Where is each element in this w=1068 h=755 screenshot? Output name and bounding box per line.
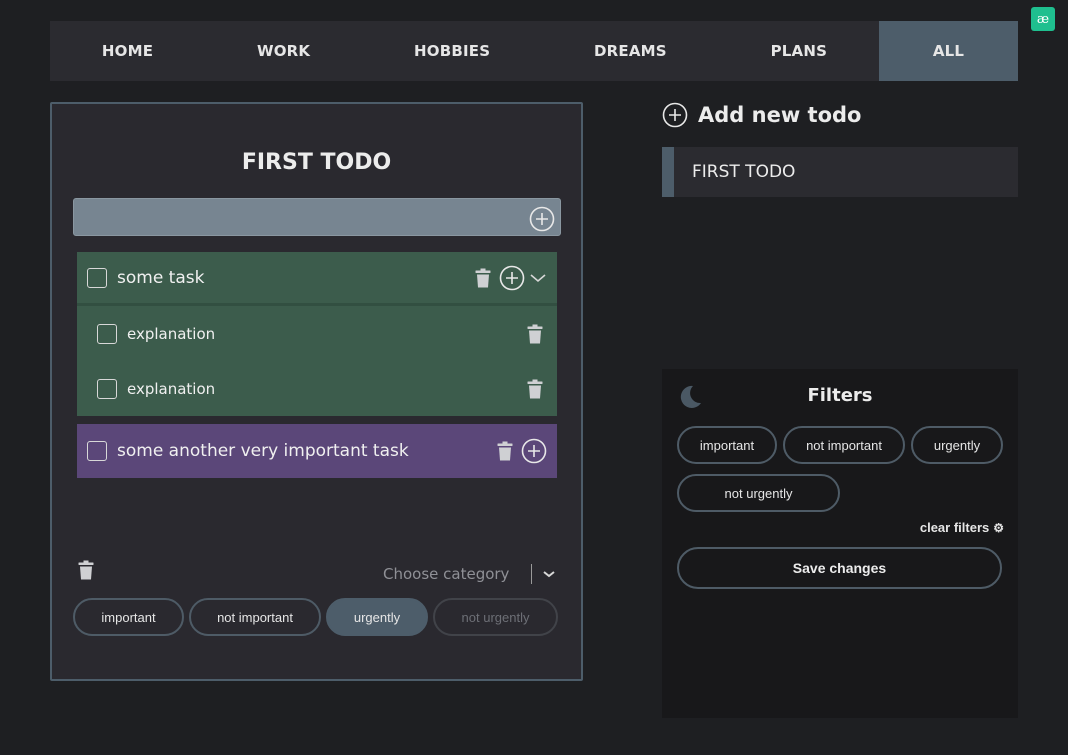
new-task-input[interactable] bbox=[74, 199, 560, 235]
add-task-icon[interactable] bbox=[529, 206, 555, 232]
tab-plans[interactable]: PLANS bbox=[719, 21, 879, 81]
task-checkbox[interactable] bbox=[87, 441, 107, 461]
add-subtask-icon[interactable] bbox=[521, 438, 547, 464]
subtask-row: explanation bbox=[77, 306, 557, 361]
tab-dreams[interactable]: DREAMS bbox=[542, 21, 719, 81]
category-divider bbox=[531, 564, 533, 584]
todo-title: FIRST TODO bbox=[241, 150, 392, 175]
filters-title: Filters bbox=[807, 385, 873, 406]
tab-all[interactable]: ALL bbox=[879, 21, 1018, 81]
category-placeholder: Choose category bbox=[383, 565, 510, 583]
trash-icon[interactable] bbox=[475, 268, 491, 288]
trash-icon[interactable] bbox=[527, 324, 543, 344]
tab-work[interactable]: WORK bbox=[205, 21, 362, 81]
add-todo-button[interactable]: Add new todo bbox=[662, 102, 861, 128]
trash-icon[interactable] bbox=[527, 379, 543, 399]
add-subtask-icon[interactable] bbox=[499, 265, 525, 291]
tab-home[interactable]: HOME bbox=[50, 21, 205, 81]
tag-important[interactable]: important bbox=[73, 598, 184, 636]
clear-filters-label: clear filters bbox=[919, 520, 990, 535]
task-item: some task explanation explanation bbox=[77, 252, 557, 416]
delete-todo-icon[interactable] bbox=[78, 560, 94, 580]
filter-options: important not important urgently not urg… bbox=[677, 426, 1012, 512]
clear-filters-button[interactable]: clear filters ⚙ bbox=[920, 520, 1004, 535]
trash-icon[interactable] bbox=[497, 441, 513, 461]
category-nav: HOME WORK HOBBIES DREAMS PLANS ALL bbox=[50, 21, 1018, 81]
category-select[interactable]: Choose category bbox=[383, 564, 556, 584]
task-label: some another very important task bbox=[117, 441, 409, 461]
gear-icon: ⚙ bbox=[993, 520, 1004, 535]
save-changes-button[interactable]: Save changes bbox=[677, 547, 1002, 589]
tag-not-urgently[interactable]: not urgently bbox=[433, 598, 558, 636]
subtask-checkbox[interactable] bbox=[97, 323, 117, 344]
add-todo-label: Add new todo bbox=[698, 103, 862, 127]
tag-not-important[interactable]: not important bbox=[189, 598, 321, 636]
subtask-checkbox[interactable] bbox=[97, 378, 117, 399]
task-item: some another very important task bbox=[77, 424, 557, 478]
chevron-down-icon[interactable] bbox=[529, 272, 547, 284]
filter-urgently[interactable]: urgently bbox=[911, 426, 1003, 464]
tag-urgently[interactable]: urgently bbox=[326, 598, 428, 636]
filter-not-important[interactable]: not important bbox=[783, 426, 905, 464]
task-row: some task bbox=[77, 252, 557, 306]
subtask-row: explanation bbox=[77, 361, 557, 416]
plus-circle-icon bbox=[662, 102, 688, 128]
subtask-label: explanation bbox=[127, 379, 216, 398]
filter-not-urgently[interactable]: not urgently bbox=[677, 474, 840, 512]
filters-panel: Filters important not important urgently… bbox=[662, 369, 1018, 718]
task-checkbox[interactable] bbox=[87, 267, 107, 288]
filter-important[interactable]: important bbox=[677, 426, 777, 464]
chevron-down-icon[interactable] bbox=[542, 569, 556, 579]
task-row: some another very important task bbox=[77, 424, 557, 478]
extension-icon[interactable]: æ bbox=[1031, 7, 1055, 31]
todo-tags: important not important urgently not urg… bbox=[73, 598, 558, 636]
tab-hobbies[interactable]: HOBBIES bbox=[362, 21, 542, 81]
todo-card: FIRST TODO some task explanation explana… bbox=[50, 102, 583, 681]
todo-list-item[interactable]: FIRST TODO bbox=[662, 147, 1018, 197]
new-task-field bbox=[73, 198, 561, 236]
subtask-label: explanation bbox=[127, 324, 216, 343]
task-label: some task bbox=[117, 267, 205, 288]
